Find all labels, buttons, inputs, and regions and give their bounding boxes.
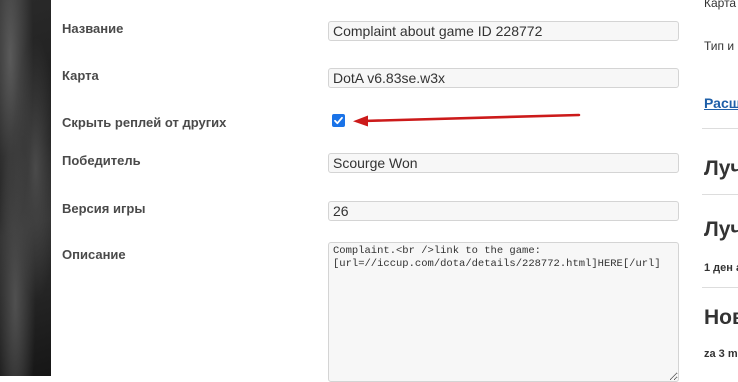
checkmark-icon <box>334 116 343 125</box>
map-input[interactable] <box>328 68 679 88</box>
sidebar-divider <box>702 194 738 195</box>
game-version-label: Версия игры <box>62 201 146 216</box>
background-artwork <box>0 0 51 376</box>
winner-label: Победитель <box>62 153 141 168</box>
sidebar-divider <box>702 287 738 288</box>
name-label: Название <box>62 21 124 36</box>
description-label: Описание <box>62 247 126 262</box>
replay-edit-form: Название Карта Скрыть реплей от других П… <box>51 0 692 382</box>
sidebar-divider <box>702 128 738 129</box>
winner-input[interactable] <box>328 153 679 173</box>
sidebar-heading-best-2: Луч <box>704 218 738 241</box>
sidebar-heading-new: Нов <box>704 306 738 329</box>
right-sidebar: Карта Тип и Расш Луч Луч 1 ден а Нов za … <box>692 0 738 376</box>
sidebar-map-label: Карта <box>704 0 737 10</box>
sidebar-heading-best-1: Луч <box>704 157 738 180</box>
description-textarea[interactable]: Complaint.<br />link to the game: [url=/… <box>328 242 679 382</box>
hide-replay-checkbox[interactable] <box>332 114 345 127</box>
map-label: Карта <box>62 68 99 83</box>
name-input[interactable] <box>328 21 679 41</box>
annotation-arrow-icon <box>353 113 581 127</box>
game-version-input[interactable] <box>328 201 679 221</box>
sidebar-subtext-2: za 3 m <box>704 348 738 360</box>
sidebar-subtext-1: 1 ден а <box>704 262 738 274</box>
sidebar-expand-link[interactable]: Расш <box>704 95 738 111</box>
hide-replay-label: Скрыть реплей от других <box>62 115 227 130</box>
sidebar-type-label: Тип и <box>704 39 735 53</box>
